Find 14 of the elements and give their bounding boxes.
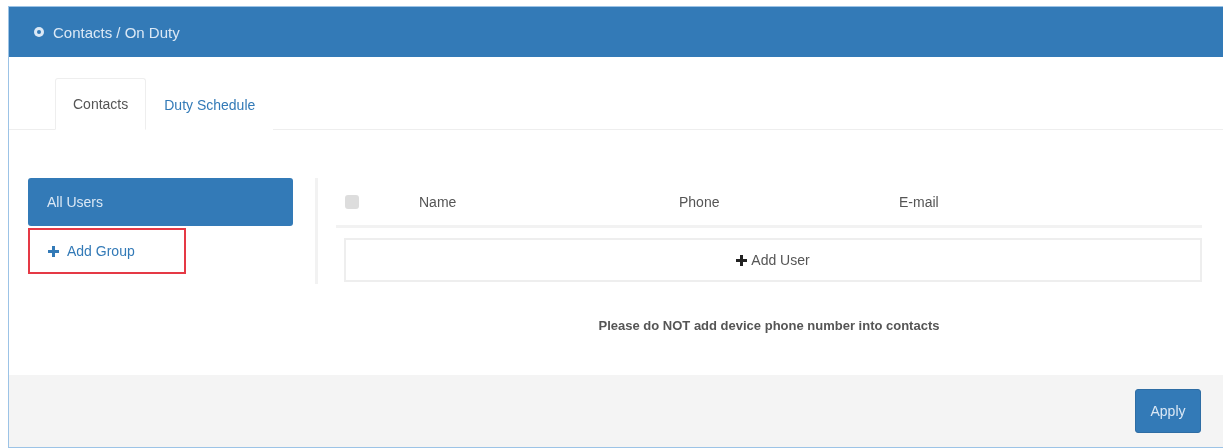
sidebar-item[interactable]: All Users bbox=[28, 178, 293, 226]
gear-icon bbox=[33, 26, 45, 38]
tab[interactable]: Contacts bbox=[55, 78, 147, 130]
warning-note: Please do NOT add device phone number into contacts bbox=[598, 318, 940, 333]
apply-button[interactable]: Apply bbox=[1135, 389, 1201, 433]
column-header: Name bbox=[419, 193, 457, 210]
column-header: Phone bbox=[679, 193, 720, 210]
checkbox[interactable] bbox=[345, 194, 359, 209]
add-group-button[interactable]: Add Group bbox=[28, 228, 186, 274]
plus-icon bbox=[48, 245, 59, 257]
plus-icon bbox=[736, 254, 748, 266]
column-header: E-mail bbox=[899, 193, 939, 210]
add-user-button[interactable]: Add User bbox=[344, 238, 1202, 282]
panel-title: Contacts / On Duty bbox=[53, 23, 180, 41]
